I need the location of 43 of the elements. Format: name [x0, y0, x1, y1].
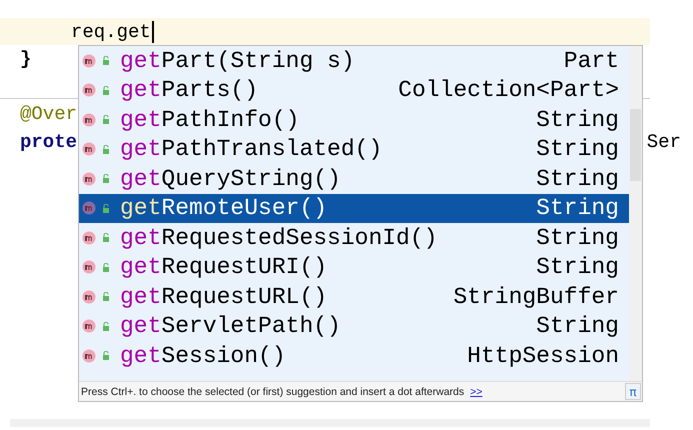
annotation-text: @Over: [20, 102, 78, 124]
method-icon: [82, 54, 96, 68]
code-text: Ser: [646, 130, 681, 152]
method-icon: [82, 319, 96, 334]
lock-icon: [102, 115, 110, 124]
method-icon: [82, 260, 96, 274]
code-line: }: [20, 48, 32, 70]
suggestion-item[interactable]: getPart(String s) Part: [79, 46, 629, 76]
suggestion-item[interactable]: getRemoteUser() String: [79, 194, 629, 223]
code-line: req.get: [71, 20, 151, 42]
text-cursor: [152, 20, 154, 42]
more-link[interactable]: >>: [470, 386, 482, 398]
suggestion-item[interactable]: getPathTranslated() String: [79, 134, 629, 164]
lock-icon: [102, 322, 110, 331]
lock-icon: [102, 351, 110, 360]
suggestion-item[interactable]: getQueryString() String: [79, 164, 629, 194]
lock-icon: [102, 86, 110, 95]
method-icon: [82, 230, 96, 245]
lock-icon: [102, 233, 110, 242]
lock-icon: [102, 144, 110, 154]
lock-icon: [102, 292, 110, 302]
method-icon: [82, 201, 96, 216]
lock-icon: [102, 204, 110, 213]
method-icon: [82, 142, 96, 156]
pi-button[interactable]: π: [625, 383, 641, 400]
method-icon: [82, 83, 96, 98]
suggestion-item[interactable]: getPathInfo() String: [79, 105, 629, 134]
suggestion-item[interactable]: getRequestURI() String: [79, 252, 629, 282]
method-icon: [82, 290, 96, 304]
lock-icon: [102, 56, 110, 66]
method-icon: [82, 112, 96, 127]
suggestion-item[interactable]: getParts() Collection<Part>: [79, 76, 629, 105]
suggestion-item[interactable]: getRequestedSessionId() String: [79, 223, 629, 252]
hint-text: Press Ctrl+. to choose the selected (or first) suggestion and insert a dot afterwards: [81, 386, 464, 398]
suggestion-item[interactable]: getSession() HttpSession: [79, 341, 629, 370]
method-icon: [82, 172, 96, 186]
suggestion-item[interactable]: getRequestURL() StringBuffer: [79, 282, 629, 312]
lock-icon: [102, 174, 110, 184]
scrollbar-thumb[interactable]: [630, 109, 641, 181]
lock-icon: [102, 262, 110, 272]
method-icon: [82, 348, 96, 363]
keyword-text: prote: [20, 130, 78, 152]
suggestion-item[interactable]: getServletPath() String: [79, 312, 629, 341]
